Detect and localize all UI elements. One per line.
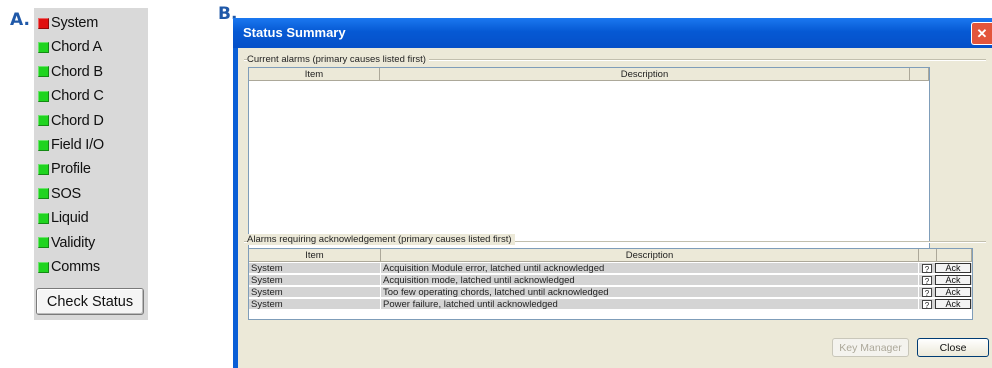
status-item: System <box>38 12 98 34</box>
status-item: Chord A <box>38 36 102 58</box>
row-description: Too few operating chords, latched until … <box>381 287 919 298</box>
current-alarms-group-label: Current alarms (primary causes listed fi… <box>247 54 429 65</box>
help-icon[interactable]: ? <box>922 288 932 298</box>
status-led-ok-icon <box>38 115 49 127</box>
status-item: Profile <box>38 158 91 180</box>
status-item-label: SOS <box>51 185 82 202</box>
status-indicator-panel: System Chord A Chord B Chord C Chord D Field … <box>34 8 148 320</box>
status-led-ok-icon <box>38 212 49 224</box>
status-led-ok-icon <box>38 41 49 53</box>
status-item-label: Comms <box>51 259 100 275</box>
column-header-blank <box>910 68 929 81</box>
table-row[interactable]: System Power failure, latched until ackno… <box>249 299 972 310</box>
row-item: System <box>249 275 381 286</box>
status-summary-window: Status Summary ✕ Current alarms (primary… <box>233 18 992 368</box>
status-item-label: Field I/O <box>51 137 104 153</box>
window-title: Status Summary <box>243 25 346 40</box>
key-manager-button[interactable]: Key Manager <box>832 338 909 357</box>
ack-button[interactable]: Ack <box>935 275 971 285</box>
status-led-ok-icon <box>38 261 49 273</box>
row-description: Acquisition mode, latched until acknowle… <box>381 275 919 286</box>
column-header-description[interactable]: Description <box>381 249 919 262</box>
ack-button[interactable]: Ack <box>935 299 971 309</box>
status-item-label: Profile <box>51 161 91 178</box>
column-header-help <box>919 249 937 262</box>
table-row[interactable]: System Too few operating chords, latched … <box>249 287 972 298</box>
close-icon[interactable]: ✕ <box>971 22 992 45</box>
ack-alarms-table[interactable]: Item Description System Acquisition Modul… <box>248 248 973 320</box>
status-item: Chord D <box>38 110 104 132</box>
dialog-body: Current alarms (primary causes listed fi… <box>238 48 992 368</box>
row-item: System <box>249 263 381 274</box>
status-item-label: Chord A <box>51 39 102 56</box>
row-description: Power failure, latched until acknowledge… <box>381 299 919 310</box>
table-row[interactable]: System Acquisition mode, latched until ac… <box>249 275 972 286</box>
status-item-label: Chord C <box>51 88 104 105</box>
column-header-description[interactable]: Description <box>380 68 910 81</box>
status-item-label: Liquid <box>51 210 89 227</box>
status-item: Chord C <box>38 85 104 107</box>
status-led-ok-icon <box>38 139 49 151</box>
status-item-label: Chord B <box>51 63 103 80</box>
status-item: SOS <box>38 183 81 205</box>
status-item: Field I/O <box>38 134 104 156</box>
close-button[interactable]: Close <box>917 338 989 357</box>
help-icon[interactable]: ? <box>922 276 932 286</box>
ack-alarms-group-label: Alarms requiring acknowledgement (primar… <box>247 234 515 245</box>
status-item: Chord B <box>38 61 103 83</box>
row-description: Acquisition Module error, latched until … <box>381 263 919 274</box>
status-led-alarm-icon <box>38 17 49 29</box>
status-item-label: Chord D <box>51 112 104 129</box>
table-row[interactable]: System Acquisition Module error, latched … <box>249 263 972 274</box>
row-item: System <box>249 287 381 298</box>
help-icon[interactable]: ? <box>922 300 932 310</box>
status-item: Validity <box>38 232 95 254</box>
status-led-ok-icon <box>38 188 49 200</box>
status-item: Comms <box>38 256 100 278</box>
panel-a-label: A. <box>10 10 30 30</box>
check-status-button[interactable]: Check Status <box>36 288 144 315</box>
column-header-item[interactable]: Item <box>249 249 381 262</box>
status-item: Liquid <box>38 207 89 229</box>
status-led-ok-icon <box>38 66 49 78</box>
column-header-ack <box>937 249 972 262</box>
status-led-ok-icon <box>38 163 49 175</box>
ack-button[interactable]: Ack <box>935 263 971 273</box>
column-header-item[interactable]: Item <box>249 68 380 81</box>
title-bar[interactable]: Status Summary ✕ <box>233 18 992 48</box>
status-item-label: System <box>51 15 99 31</box>
ack-button[interactable]: Ack <box>935 287 971 297</box>
help-icon[interactable]: ? <box>922 264 932 274</box>
row-item: System <box>249 299 381 310</box>
status-item-label: Validity <box>51 234 96 251</box>
status-led-ok-icon <box>38 90 49 102</box>
status-led-ok-icon <box>38 237 49 249</box>
